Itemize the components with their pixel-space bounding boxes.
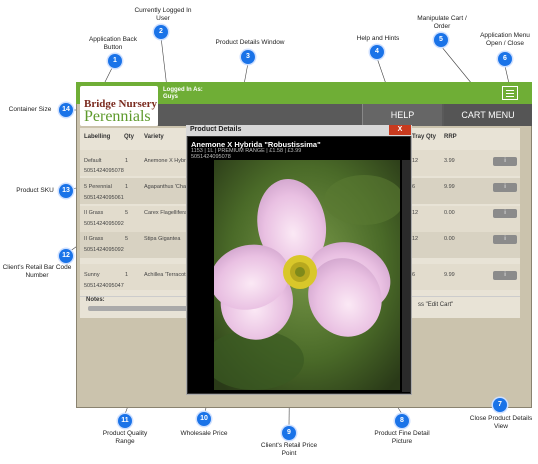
callout-label: Application Back Button <box>88 36 138 51</box>
callout-label: Application Menu Open / Close <box>480 32 530 47</box>
callout-badge: 2 <box>154 25 168 39</box>
row-info-button[interactable]: i <box>493 157 517 166</box>
cell-variety: Agapanthus 'Cha... <box>144 184 191 190</box>
help-button[interactable]: HELP <box>362 104 442 126</box>
callout-label: Help and Hints <box>356 35 400 42</box>
callout-badge: 3 <box>241 50 255 64</box>
callout-label: Product Details Window <box>215 39 285 46</box>
row-info-button[interactable]: i <box>493 271 517 280</box>
callout-badge: 10 <box>197 412 211 426</box>
callout-label: Product SKU <box>16 187 54 194</box>
callout-badge: 11 <box>118 414 132 428</box>
callout-badge: 12 <box>59 249 73 263</box>
cell-rrp: 9.99 <box>444 184 455 190</box>
cart-menu-button[interactable]: CART MENU <box>444 104 532 126</box>
cell-variety: Stipa Gigantea <box>144 236 181 242</box>
cell-tray-qty: 12 <box>412 158 419 164</box>
header-rrp: RRP <box>444 134 457 140</box>
callout-label: Container Size <box>8 106 52 113</box>
cell-labelling: 5 Perennial <box>84 184 112 190</box>
modal-scrollbar[interactable] <box>402 160 410 392</box>
cell-labelling: Sunny <box>84 272 100 278</box>
modal-title: Product Details <box>190 126 242 133</box>
header-variety: Variety <box>144 134 164 140</box>
edit-cart-hint: ss "Edit Cart" <box>418 302 454 308</box>
cell-rrp: 9.99 <box>444 272 455 278</box>
callout-badge: 13 <box>59 184 73 198</box>
cell-labelling: II Grass <box>84 236 104 242</box>
logged-in-username: Guys <box>163 94 179 100</box>
header-tray-qty: Tray Qty <box>412 134 437 140</box>
callout-badge: 14 <box>59 103 73 117</box>
cell-barcode: 5051424095092 <box>84 221 124 227</box>
logged-in-user: Logged In As: Guys <box>163 87 203 101</box>
cell-barcode: 5051424095078 <box>84 168 124 174</box>
callout-label: Product Quality Range <box>102 430 148 445</box>
cell-variety: Achillea 'Terracott... <box>144 272 192 278</box>
cell-labelling: II Grass <box>84 210 104 216</box>
cell-variety: Anemone X Hybr... <box>144 158 191 164</box>
callout-badge: 1 <box>108 54 122 68</box>
callout-label: Currently Logged In User <box>134 7 192 22</box>
cell-labelling: Default <box>84 158 102 164</box>
row-info-button[interactable]: i <box>493 209 517 218</box>
cell-qty: 5 <box>125 210 129 216</box>
cell-barcode: 5051424095061 <box>84 195 124 201</box>
cell-qty: 1 <box>125 184 129 190</box>
cell-tray-qty: 6 <box>412 272 416 278</box>
row-info-button[interactable]: i <box>493 235 517 244</box>
logged-in-label: Logged In As: <box>163 87 203 93</box>
callout-badge: 4 <box>370 45 384 59</box>
callout-label: Close Product Details View <box>469 415 533 430</box>
cell-tray-qty: 12 <box>412 210 419 216</box>
header-labelling: Labelling <box>84 134 111 140</box>
header-qty: Qty <box>124 134 135 140</box>
callout-badge: 9 <box>282 426 296 440</box>
callout-label: Wholesale Price <box>180 430 228 437</box>
cell-rrp: 0.00 <box>444 236 455 242</box>
cell-barcode: 5051424095047 <box>84 283 124 289</box>
cell-barcode: 5051424095092 <box>84 247 124 253</box>
callout-label: Manipulate Cart / Order <box>417 15 467 30</box>
modal-close-button[interactable]: X <box>389 125 411 135</box>
callout-badge: 5 <box>434 33 448 47</box>
row-info-button[interactable]: i <box>493 183 517 192</box>
product-picture <box>214 160 400 390</box>
horizontal-scrollbar[interactable] <box>88 306 188 311</box>
callout-badge: 6 <box>498 52 512 66</box>
cell-tray-qty: 6 <box>412 184 416 190</box>
cell-tray-qty: 12 <box>412 236 419 242</box>
callout-label: Client's Retail Bar Code Number <box>2 264 72 279</box>
cell-rrp: 3.99 <box>444 158 455 164</box>
cell-qty: 1 <box>125 158 129 164</box>
cell-qty: 5 <box>125 236 129 242</box>
notes-label: Notes: <box>86 297 105 303</box>
cell-rrp: 0.00 <box>444 210 455 216</box>
hamburger-menu-icon[interactable] <box>502 86 518 100</box>
callout-label: Product Fine Detail Picture <box>374 430 430 445</box>
cell-variety: Carex Flagellifera <box>144 210 188 216</box>
logo-text-perennials: Perennials <box>84 108 151 125</box>
callout-badge: 7 <box>493 398 507 412</box>
cell-qty: 1 <box>125 272 129 278</box>
callout-badge: 8 <box>395 414 409 428</box>
callout-label: Client's Retail Price Point <box>260 442 318 457</box>
